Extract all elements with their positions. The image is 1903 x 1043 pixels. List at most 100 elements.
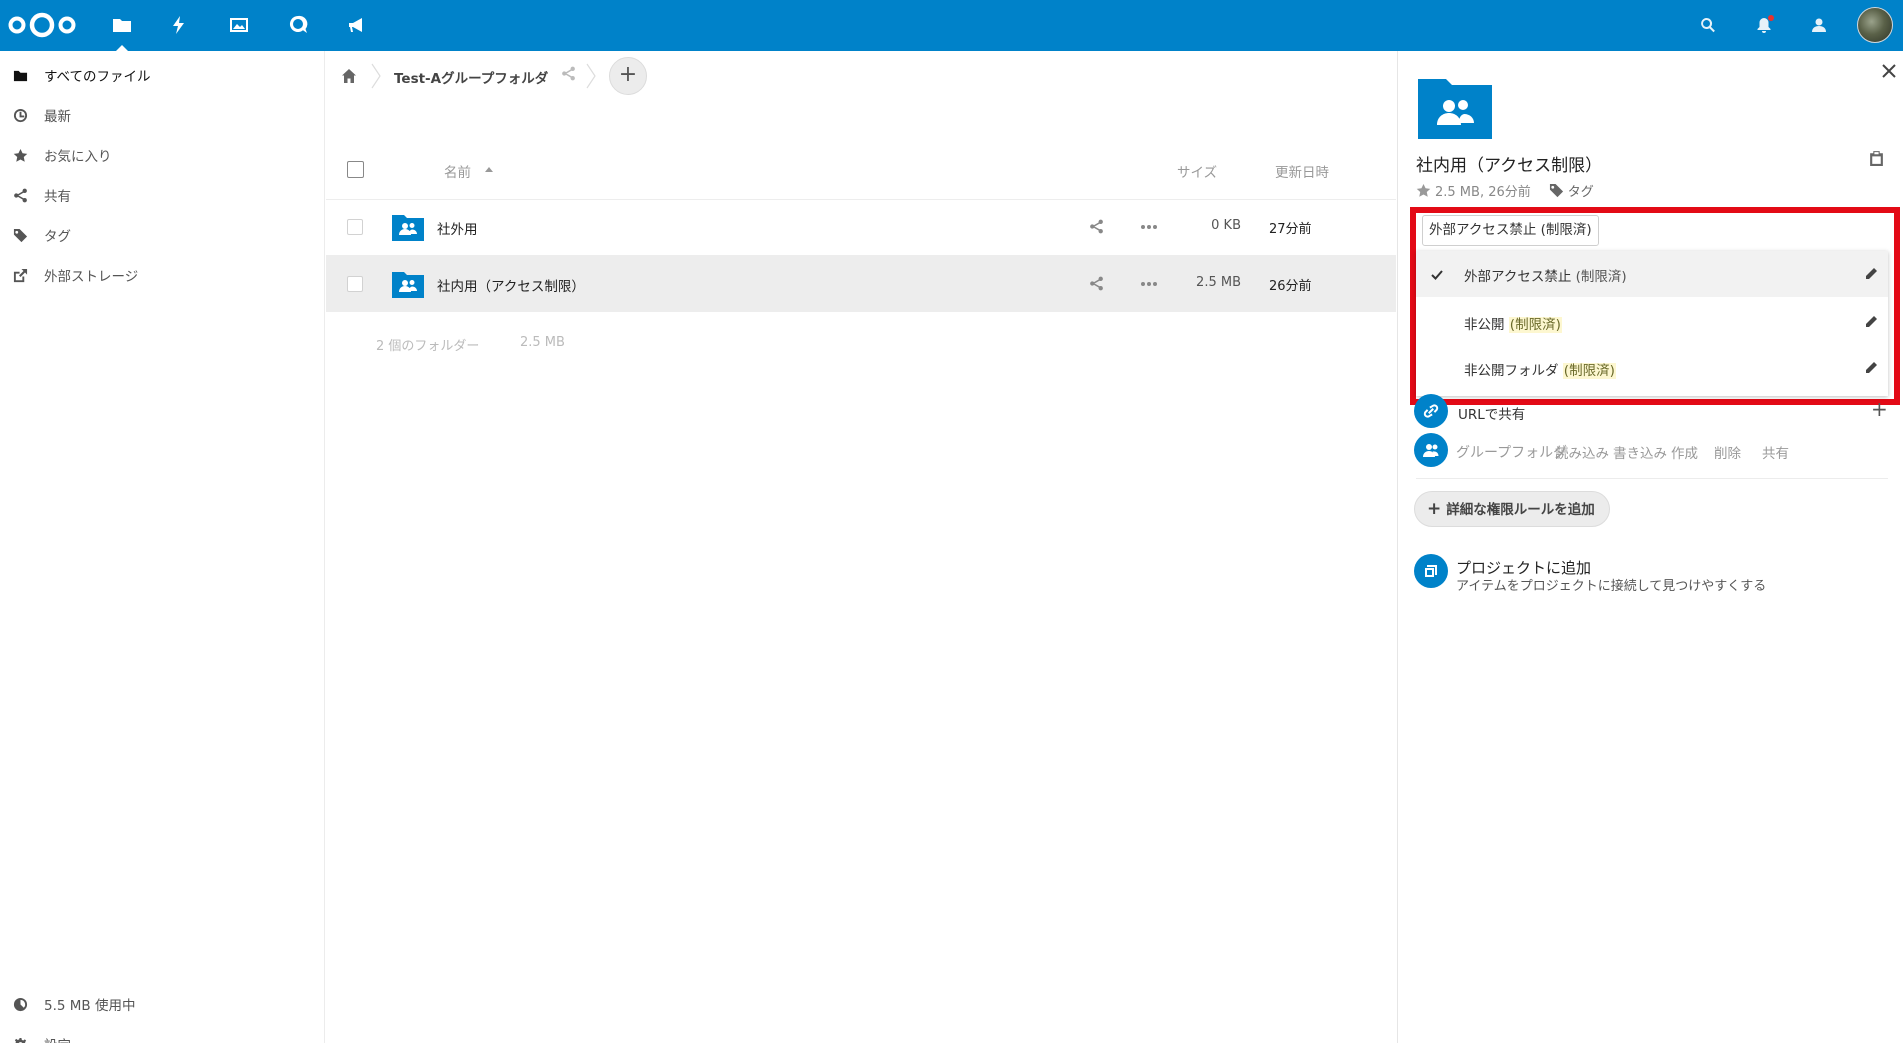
sidebar-title: 社内用（アクセス制限） <box>1416 156 1603 176</box>
file-size: 0 KB <box>1211 218 1241 233</box>
tag-option-label: 非公開フォルダ (制限済) <box>1464 359 1616 379</box>
tag-option-private[interactable]: 非公開 (制限済) <box>1416 299 1888 345</box>
user-avatar[interactable] <box>1857 7 1893 43</box>
external-link-icon <box>10 265 30 285</box>
share-link-label[interactable]: URLで共有 <box>1458 403 1525 423</box>
file-size: 2.5 MB <box>1196 275 1241 290</box>
select-all-checkbox[interactable] <box>347 161 364 178</box>
groupfolder-label: グループフォルダ <box>1456 445 1568 461</box>
pie-chart-icon <box>10 994 30 1014</box>
pencil-icon[interactable] <box>1864 360 1880 376</box>
tag-toggle-label[interactable]: タグ <box>1568 181 1594 200</box>
files-main: Test-Aグループフォルダ + 名前 サイズ 更新日時 社外用 0 KB 27… <box>326 51 1396 1043</box>
file-modified: 27分前 <box>1269 222 1312 237</box>
tag-search-input[interactable]: 外部アクセス禁止 (制限済) <box>1422 215 1599 246</box>
nav-quota[interactable]: 5.5 MB 使用中 <box>0 984 325 1024</box>
talk-app-icon[interactable] <box>283 10 313 40</box>
contacts-icon[interactable] <box>1808 14 1830 36</box>
clipboard-icon[interactable] <box>1868 150 1888 170</box>
add-share-link-icon[interactable]: + <box>1871 397 1888 421</box>
share-icon[interactable] <box>561 66 579 84</box>
tag-option-name: 非公開 <box>1464 317 1505 333</box>
nav-item-external-storage[interactable]: 外部ストレージ <box>0 255 325 295</box>
nav-item-tags[interactable]: タグ <box>0 215 325 255</box>
nav-item-label: お気に入り <box>44 149 112 165</box>
tag-option-suffix: (制限済) <box>1575 269 1627 285</box>
breadcrumb-folder[interactable]: Test-Aグループフォルダ <box>394 67 548 87</box>
top-header <box>0 0 1903 51</box>
nav-item-favorites[interactable]: お気に入り <box>0 135 325 175</box>
tag-option-name: 外部アクセス禁止 <box>1464 269 1572 285</box>
file-name[interactable]: 社内用（アクセス制限） <box>437 275 585 295</box>
nav-item-recent[interactable]: 最新 <box>0 95 325 135</box>
app-navigation: すべてのファイル 最新 お気に入り 共有 タグ 外部ストレージ 5.5 MB 使… <box>0 51 325 1043</box>
sidebar-meta: 2.5 MB, 26分前 タグ <box>1416 181 1594 200</box>
tag-icon <box>10 225 30 245</box>
clock-icon <box>10 105 30 125</box>
nav-item-all-files[interactable]: すべてのファイル <box>0 55 325 95</box>
sort-ascending-icon <box>485 167 493 172</box>
share-icon[interactable] <box>1089 219 1107 237</box>
modified-column-header[interactable]: 更新日時 <box>1275 161 1329 181</box>
home-icon[interactable] <box>338 65 360 87</box>
tag-dropdown: 外部アクセス禁止 (制限済) 非公開 (制限済) 非公開フォルダ (制限済) <box>1416 251 1888 396</box>
breadcrumb-separator <box>586 63 596 89</box>
permission-write: 書き込み <box>1613 446 1667 462</box>
announcements-app-icon[interactable] <box>342 10 372 40</box>
file-name[interactable]: 社外用 <box>437 218 478 238</box>
summary-total-size: 2.5 MB <box>520 335 565 350</box>
share-icon[interactable] <box>1089 276 1107 294</box>
details-sidebar: 社内用（アクセス制限） 2.5 MB, 26分前 タグ 外部アクセス禁止 (制限… <box>1397 51 1903 1043</box>
name-column-header[interactable]: 名前 <box>444 161 471 181</box>
nav-item-label: タグ <box>44 229 71 245</box>
permission-read: 読み込み <box>1555 446 1609 462</box>
nav-item-label: 外部ストレージ <box>44 269 139 285</box>
sidebar-meta-text: 2.5 MB, 26分前 <box>1435 185 1531 200</box>
add-rule-label: 詳細な権限ルールを追加 <box>1446 502 1595 518</box>
nextcloud-logo[interactable] <box>7 10 77 40</box>
quota-label: 5.5 MB 使用中 <box>44 998 136 1014</box>
share-icon <box>10 185 30 205</box>
pencil-icon[interactable] <box>1864 314 1880 330</box>
notifications-bell-icon[interactable] <box>1753 14 1775 36</box>
group-folder-icon <box>392 272 424 298</box>
group-folder-icon <box>392 215 424 241</box>
gear-icon <box>10 1034 30 1043</box>
photos-app-icon[interactable] <box>224 10 254 40</box>
activity-app-icon[interactable] <box>164 10 194 40</box>
size-column-header[interactable]: サイズ <box>1177 161 1217 181</box>
nav-settings[interactable]: 設定 <box>0 1024 325 1043</box>
project-icon <box>1414 554 1448 588</box>
nav-item-label: 最新 <box>44 109 71 125</box>
sidebar-divider <box>1416 478 1888 479</box>
tag-option-external-access-denied[interactable]: 外部アクセス禁止 (制限済) <box>1416 251 1888 297</box>
star-icon[interactable] <box>1416 183 1431 198</box>
nav-item-shares[interactable]: 共有 <box>0 175 325 215</box>
breadcrumb-separator <box>371 63 381 89</box>
more-actions-icon[interactable] <box>1141 282 1157 286</box>
tag-option-private-folder[interactable]: 非公開フォルダ (制限済) <box>1416 345 1888 391</box>
pencil-icon[interactable] <box>1864 266 1880 282</box>
add-permission-rule-button[interactable]: + 詳細な権限ルールを追加 <box>1414 491 1610 527</box>
notification-dot <box>1768 15 1774 21</box>
new-file-button[interactable]: + <box>609 57 647 95</box>
folder-icon <box>10 65 30 85</box>
tag-option-label: 非公開 (制限済) <box>1464 313 1562 333</box>
close-icon[interactable] <box>1882 63 1898 79</box>
settings-label: 設定 <box>44 1034 71 1043</box>
tag-option-suffix: (制限済) <box>1508 317 1562 333</box>
row-checkbox[interactable] <box>347 219 363 235</box>
add-to-project-description: アイテムをプロジェクトに接続して見つけやすくする <box>1456 579 1767 594</box>
group-folder-icon <box>1418 79 1492 139</box>
group-icon <box>1414 433 1448 467</box>
search-icon[interactable] <box>1697 14 1719 36</box>
tag-icon[interactable] <box>1549 183 1564 198</box>
table-row[interactable]: 社内用（アクセス制限） 2.5 MB 26分前 <box>326 256 1396 312</box>
row-checkbox[interactable] <box>347 276 363 292</box>
files-app-icon[interactable] <box>107 10 137 51</box>
tag-option-label: 外部アクセス禁止 (制限済) <box>1464 265 1627 285</box>
table-row[interactable]: 社外用 0 KB 27分前 <box>326 199 1396 255</box>
permission-create: 作成 <box>1671 446 1698 462</box>
plus-icon: + <box>1427 499 1442 519</box>
more-actions-icon[interactable] <box>1141 225 1157 229</box>
